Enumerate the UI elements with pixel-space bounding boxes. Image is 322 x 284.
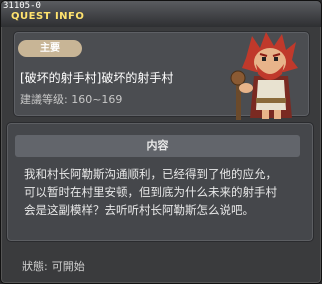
quest-description: 我和村长阿勒斯沟通顺利，已经得到了他的应允， 可以暂时在村里安顿，但到底为什么未… xyxy=(24,165,309,219)
recommended-level: 建議等级: 160~169 xyxy=(20,93,123,106)
status-value: 可開始 xyxy=(51,260,85,273)
quest-name: [破坏的射手村]破坏的射手村 xyxy=(20,71,174,85)
content-header: 内容 xyxy=(15,135,300,157)
description-line: 会是这副模样？去听听村长阿勒斯怎么说吧。 xyxy=(24,203,254,217)
status-label: 狀態: xyxy=(22,260,48,273)
window-title: QUEST INFO xyxy=(11,11,85,22)
npc-portrait xyxy=(230,32,298,120)
quest-id-label: 31105-0 xyxy=(3,1,41,11)
quest-category-badge: 主要 xyxy=(18,40,82,57)
quest-status: 狀態: 可開始 xyxy=(22,258,89,274)
description-line: 我和村长阿勒斯沟通顺利，已经得到了他的应允， xyxy=(24,167,277,181)
description-line: 可以暂时在村里安顿，但到底为什么未来的射手村 xyxy=(24,185,277,199)
